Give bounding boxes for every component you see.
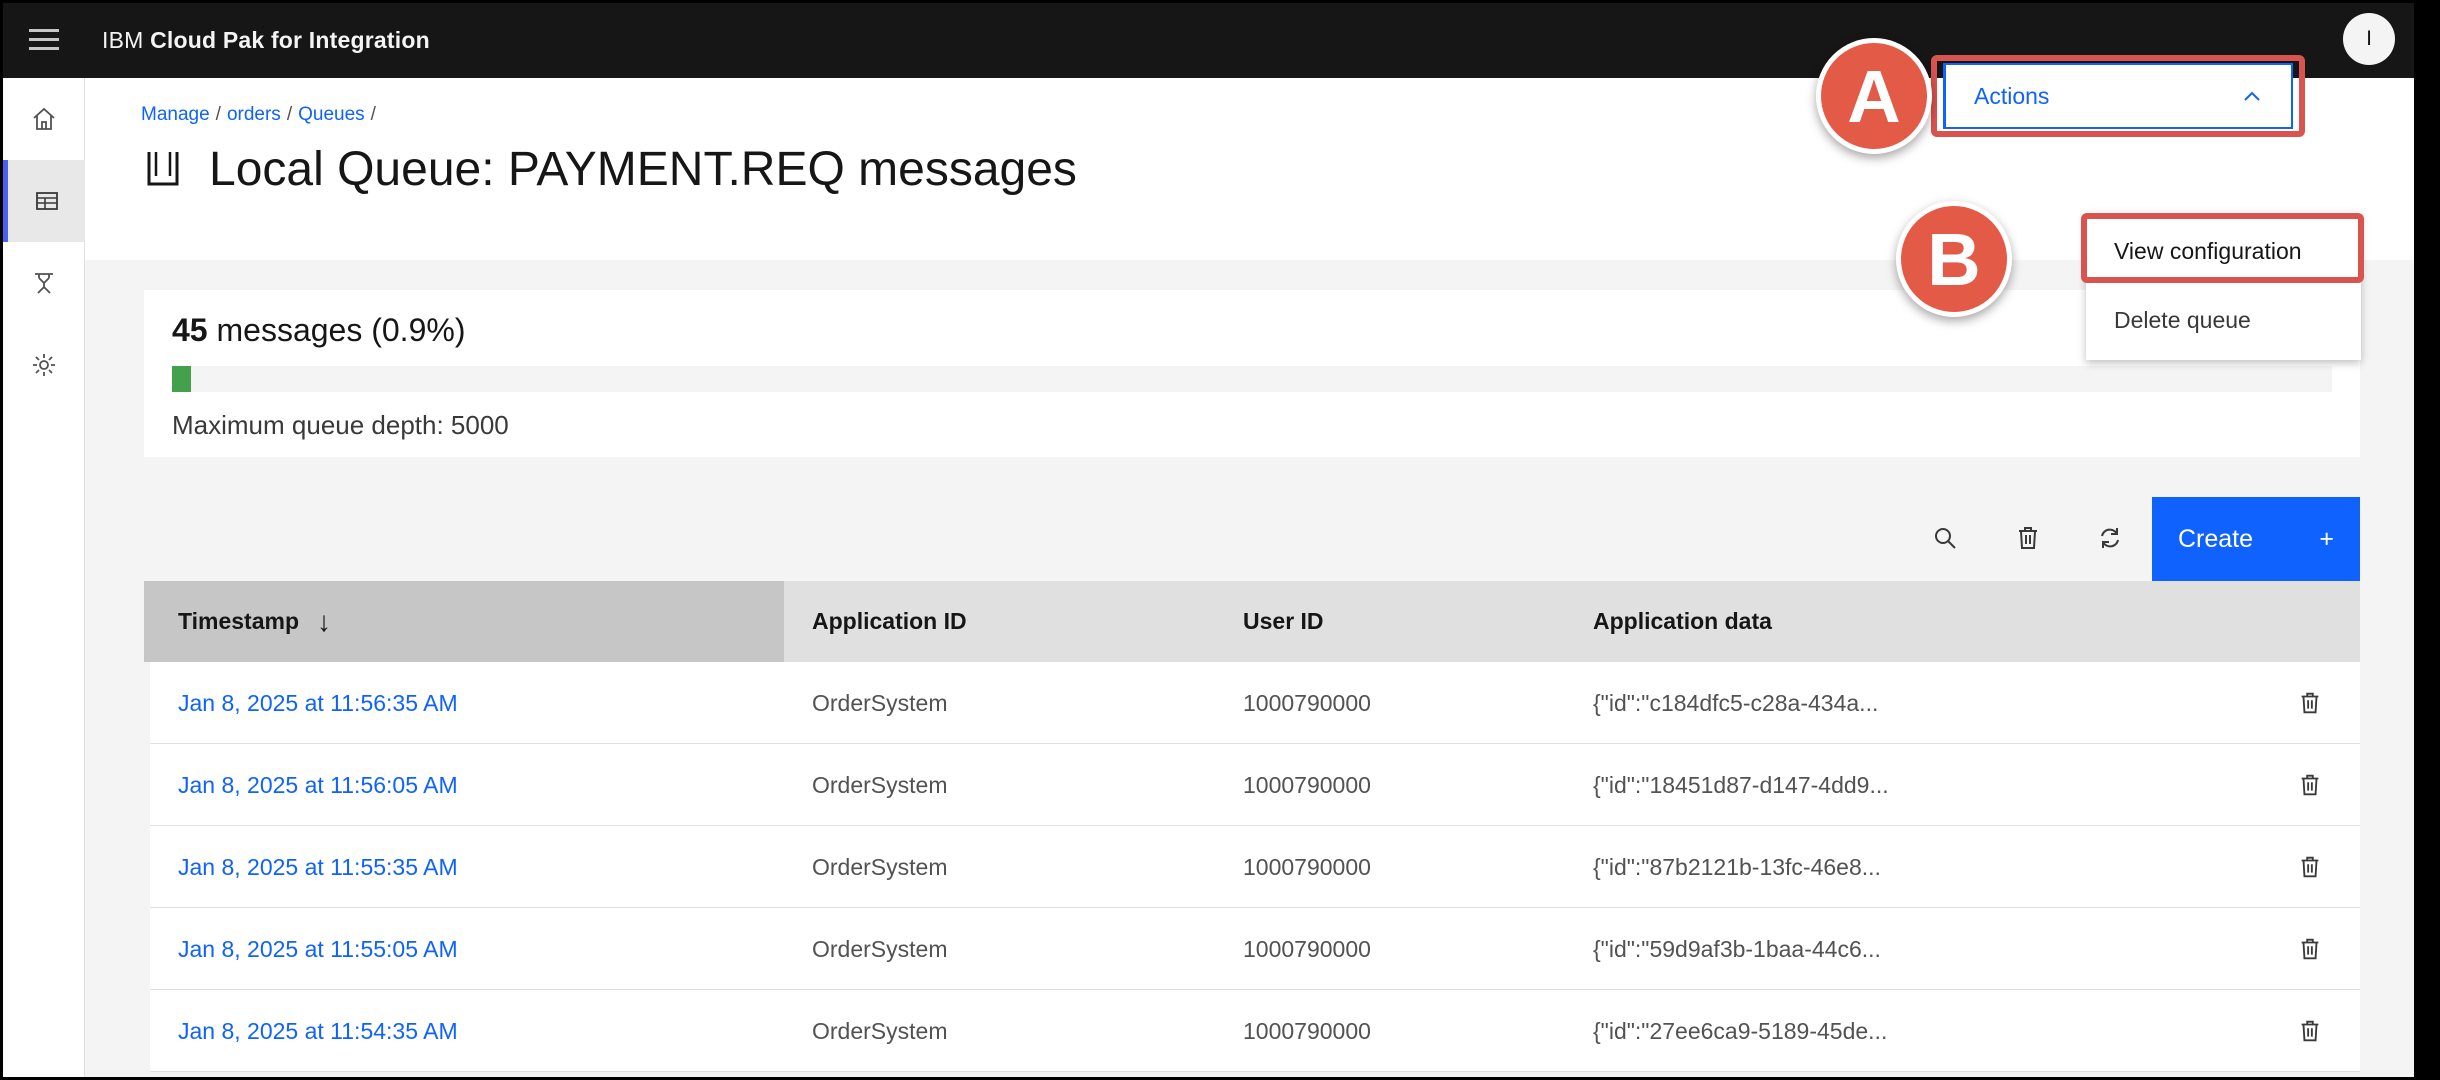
message-count: 45 messages (0.9%) [172,312,465,349]
user-id-cell: 1000790000 [1243,1017,1371,1044]
actions-label: Actions [1974,82,2050,109]
callout-badge-a: A [1816,38,1932,154]
table-icon [35,192,58,210]
trash-icon [2301,1020,2319,1042]
application-data-cell: {"id":"87b2121b-13fc-46e8... [1593,853,1881,880]
menu-item-view-configuration[interactable]: View configuration [2086,218,2361,284]
breadcrumb-separator: / [370,104,376,125]
messages-table: Timestamp ↓ Application ID User ID Appli… [144,581,2360,1072]
queue-depth-card: 45 messages (0.9%) Maximum queue depth: … [144,290,2360,457]
trash-icon [2301,938,2319,960]
application-data-cell: {"id":"c184dfc5-c28a-434a... [1593,689,1879,716]
callout-badge-b: B [1896,201,2012,317]
home-icon [33,107,55,130]
cluster-icon [35,273,53,294]
search-button[interactable] [1910,503,1980,573]
actions-menu: View configuration Delete queue [2086,212,2361,360]
timestamp-link[interactable]: Jan 8, 2025 at 11:54:35 AM [178,990,458,1072]
column-header-user-id[interactable]: User ID [1243,581,1324,662]
delete-message-button[interactable] [2291,930,2329,968]
column-header-application-data[interactable]: Application data [1593,581,1772,662]
application-id-cell: OrderSystem [812,771,948,798]
message-count-number: 45 [172,312,208,348]
breadcrumb: Manage / orders / Queues / [141,104,382,126]
queue-depth-progress-bar [172,366,2332,392]
application-data-cell: {"id":"18451d87-d147-4dd9... [1593,771,1889,798]
trash-icon [2301,774,2319,796]
delete-message-button[interactable] [2291,848,2329,886]
side-nav-rail [3,78,85,1077]
refresh-icon [2101,528,2119,548]
app-window: IBM Cloud Pak for Integration I Manage / o… [3,3,2414,1077]
brand-ibm: IBM [102,27,144,53]
table-header: Timestamp ↓ Application ID User ID Appli… [144,581,2360,662]
table-nav-item[interactable] [3,160,85,242]
column-header-timestamp[interactable]: Timestamp ↓ [144,581,784,662]
settings-nav-item[interactable] [3,324,85,406]
table-row[interactable]: Jan 8, 2025 at 11:55:05 AM OrderSystem 1… [150,908,2360,990]
trash-icon [2301,692,2319,714]
breadcrumb-separator: / [215,104,221,125]
trash-icon [2019,527,2037,549]
message-count-suffix: messages (0.9%) [216,312,466,348]
column-header-application-id[interactable]: Application ID [812,581,967,662]
breadcrumb-separator: / [286,104,293,125]
timestamp-link[interactable]: Jan 8, 2025 at 11:55:35 AM [178,826,458,908]
sort-descending-icon: ↓ [317,605,332,637]
home-nav-item[interactable] [3,78,85,160]
delete-message-button[interactable] [2291,1012,2329,1050]
refresh-button[interactable] [2075,503,2145,573]
breadcrumb-manage[interactable]: Manage [141,104,210,125]
breadcrumb-orders[interactable]: orders [227,104,281,125]
table-row[interactable]: Jan 8, 2025 at 11:56:35 AM OrderSystem 1… [150,662,2360,744]
table-row[interactable]: Jan 8, 2025 at 11:54:35 AM OrderSystem 1… [150,990,2360,1072]
application-id-cell: OrderSystem [812,935,948,962]
search-icon [1935,528,1956,549]
plus-icon: + [2319,524,2334,553]
user-id-cell: 1000790000 [1243,853,1371,880]
application-id-cell: OrderSystem [812,853,948,880]
user-avatar[interactable]: I [2343,13,2395,65]
table-body: Jan 8, 2025 at 11:56:35 AM OrderSystem 1… [144,662,2360,1072]
actions-dropdown-button[interactable]: Actions [1943,63,2293,129]
hamburger-menu-icon[interactable] [29,29,59,51]
table-row[interactable]: Jan 8, 2025 at 11:55:35 AM OrderSystem 1… [150,826,2360,908]
delete-message-button[interactable] [2291,684,2329,722]
queue-depth-progress-fill [172,366,192,392]
application-id-cell: OrderSystem [812,689,948,716]
chevron-up-icon [2244,91,2260,101]
user-id-cell: 1000790000 [1243,771,1371,798]
page-title: Local Queue: PAYMENT.REQ messages [209,143,1077,196]
trash-icon [2301,856,2319,878]
timestamp-link[interactable]: Jan 8, 2025 at 11:56:35 AM [178,662,458,744]
application-data-cell: {"id":"27ee6ca9-5189-45de... [1593,1017,1888,1044]
create-message-button[interactable]: Create + [2152,497,2360,581]
product-name[interactable]: IBM Cloud Pak for Integration [102,27,430,54]
column-label-timestamp: Timestamp [178,608,300,634]
table-row[interactable]: Jan 8, 2025 at 11:56:05 AM OrderSystem 1… [150,744,2360,826]
user-id-cell: 1000790000 [1243,689,1371,716]
user-id-cell: 1000790000 [1243,935,1371,962]
cluster-nav-item[interactable] [3,242,85,324]
settings-icon [33,354,55,376]
application-data-cell: {"id":"59d9af3b-1baa-44c6... [1593,935,1881,962]
create-label: Create [2178,524,2254,553]
delete-message-button[interactable] [2291,766,2329,804]
timestamp-link[interactable]: Jan 8, 2025 at 11:56:05 AM [178,744,458,826]
timestamp-link[interactable]: Jan 8, 2025 at 11:55:05 AM [178,908,458,990]
max-queue-depth: Maximum queue depth: 5000 [172,410,509,440]
brand-product: Cloud Pak for Integration [150,27,430,53]
menu-item-delete-queue[interactable]: Delete queue [2086,287,2361,353]
application-id-cell: OrderSystem [812,1017,948,1044]
delete-all-button[interactable] [1993,503,2063,573]
queue-icon [147,151,179,185]
title-row: Local Queue: PAYMENT.REQ messages [143,142,1077,197]
breadcrumb-queues[interactable]: Queues [298,104,365,125]
